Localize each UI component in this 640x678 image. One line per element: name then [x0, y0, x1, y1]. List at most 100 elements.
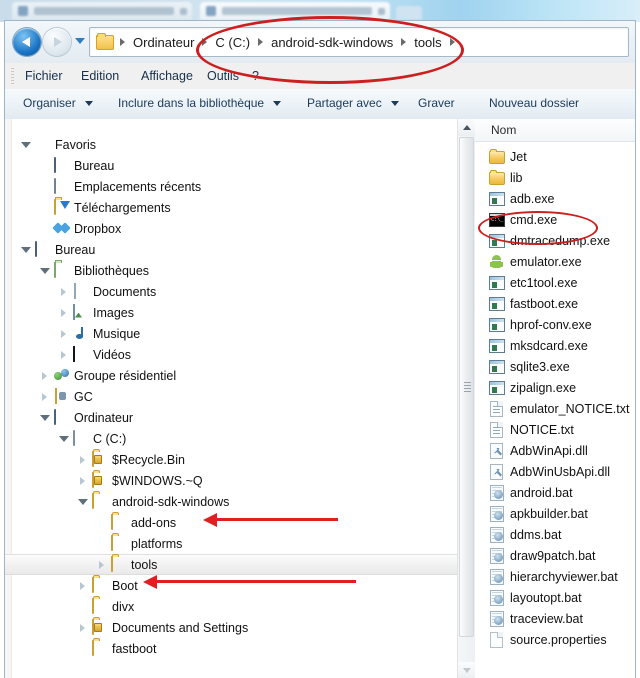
tree-item-add-ons[interactable]: add-ons	[5, 512, 457, 533]
file-list-item[interactable]: AdbWinApi.dll	[475, 440, 635, 461]
file-list-pane[interactable]: Nom Jet lib adb.exe cmd.exe dmtracedump.exe e…	[475, 119, 635, 678]
expand-collapse-closed-icon[interactable]	[95, 558, 109, 572]
expand-collapse-closed-icon[interactable]	[76, 474, 90, 488]
tree-item-favoris[interactable]: Favoris	[5, 134, 457, 155]
file-list-item[interactable]: etc1tool.exe	[475, 272, 635, 293]
file-list-item[interactable]: emulator.exe	[475, 251, 635, 272]
toolbar-inclure-label: Inclure dans la bibliothèque	[118, 96, 265, 110]
tree-item-groupe-r-sidentiel[interactable]: Groupe résidentiel	[5, 365, 457, 386]
tree-item-bureau[interactable]: Bureau	[5, 155, 457, 176]
tree-item-musique[interactable]: Musique	[5, 323, 457, 344]
tree-item-c-c[interactable]: C (C:)	[5, 428, 457, 449]
tree-item-fastboot[interactable]: fastboot	[5, 638, 457, 659]
file-list-item[interactable]: traceview.bat	[475, 608, 635, 629]
expand-collapse-open-icon[interactable]	[38, 264, 52, 278]
folder-icon-glyph	[92, 492, 94, 509]
scroll-up-arrow-icon[interactable]	[458, 119, 475, 136]
file-list-item[interactable]: layoutopt.bat	[475, 587, 635, 608]
toolbar-graver[interactable]: Graver	[418, 96, 455, 110]
file-list-item[interactable]: ddms.bat	[475, 524, 635, 545]
toolbar-inclure-bibliotheque[interactable]: Inclure dans la bibliothèque	[118, 96, 282, 110]
tree-item-android-sdk-windows[interactable]: android-sdk-windows	[5, 491, 457, 512]
expand-collapse-closed-icon[interactable]	[76, 579, 90, 593]
recent-icon	[54, 177, 70, 195]
file-list-item[interactable]: apkbuilder.bat	[475, 503, 635, 524]
toolbar-nouveau-dossier[interactable]: Nouveau dossier	[489, 96, 579, 110]
tree-item-emplacements-r-cents[interactable]: Emplacements récents	[5, 176, 457, 197]
expand-collapse-closed-icon[interactable]	[38, 390, 52, 404]
tree-item-divx[interactable]: divx	[5, 596, 457, 617]
tree-item-vid-os[interactable]: Vidéos	[5, 344, 457, 365]
tree-item-bureau[interactable]: Bureau	[5, 239, 457, 260]
expand-collapse-closed-icon[interactable]	[57, 306, 71, 320]
tree-item-biblioth-ques[interactable]: Bibliothèques	[5, 260, 457, 281]
tree-item-gc[interactable]: GC	[5, 386, 457, 407]
tree-item-documents-and-settings[interactable]: Documents and Settings	[5, 617, 457, 638]
tree-item-windows-q[interactable]: $WINDOWS.~Q	[5, 470, 457, 491]
toolbar-partager-avec[interactable]: Partager avec	[307, 96, 400, 110]
column-header-row[interactable]: Nom	[475, 119, 635, 142]
expand-collapse-closed-icon[interactable]	[57, 348, 71, 362]
tree-item-boot[interactable]: Boot	[5, 575, 457, 596]
file-list-item[interactable]: lib	[475, 167, 635, 188]
file-list-item[interactable]: android.bat	[475, 482, 635, 503]
expand-collapse-open-icon[interactable]	[38, 411, 52, 425]
breadcrumb-c-drive[interactable]: C (C:)	[212, 33, 253, 52]
address-bar[interactable]: Ordinateur C (C:) android-sdk-windows to…	[89, 27, 629, 57]
scroll-down-arrow-icon[interactable]	[458, 662, 475, 678]
close-icon	[378, 8, 385, 15]
navigation-pane[interactable]: Favoris Bureau Emplacements récents Télécha…	[5, 119, 458, 678]
file-list-item[interactable]: AdbWinUsbApi.dll	[475, 461, 635, 482]
tree-item-documents[interactable]: Documents	[5, 281, 457, 302]
file-list-item[interactable]: source.properties	[475, 629, 635, 650]
tree-item-images[interactable]: Images	[5, 302, 457, 323]
menu-affichage[interactable]: Affichage	[135, 68, 199, 84]
file-list-item[interactable]: NOTICE.txt	[475, 419, 635, 440]
folder-icon	[111, 534, 127, 552]
tree-item-tools[interactable]: tools	[5, 554, 457, 575]
file-list-item[interactable]: draw9patch.bat	[475, 545, 635, 566]
breadcrumb-android-sdk-windows[interactable]: android-sdk-windows	[268, 33, 396, 52]
file-list-item[interactable]: Jet	[475, 146, 635, 167]
file-list-item[interactable]: emulator_NOTICE.txt	[475, 398, 635, 419]
file-list-item[interactable]: dmtracedump.exe	[475, 230, 635, 251]
expand-collapse-open-icon[interactable]	[19, 243, 33, 257]
file-list-item[interactable]: hprof-conv.exe	[475, 314, 635, 335]
breadcrumb-ordinateur[interactable]: Ordinateur	[130, 33, 197, 52]
folder-icon	[96, 32, 114, 50]
menu-help[interactable]: ?	[246, 68, 265, 84]
scrollbar-thumb[interactable]	[459, 137, 474, 637]
tree-item-dropbox[interactable]: Dropbox	[5, 218, 457, 239]
tree-item-recycle-bin[interactable]: $Recycle.Bin	[5, 449, 457, 470]
file-list-item[interactable]: hierarchyviewer.bat	[475, 566, 635, 587]
back-button[interactable]	[13, 28, 41, 56]
toolbar-organiser[interactable]: Organiser	[23, 96, 94, 110]
expand-collapse-open-icon[interactable]	[57, 432, 71, 446]
forward-button[interactable]	[43, 28, 71, 56]
recent-pages-chevron-down-icon[interactable]	[75, 38, 85, 44]
expand-collapse-closed-icon[interactable]	[57, 285, 71, 299]
file-list-item[interactable]: cmd.exe	[475, 209, 635, 230]
file-list-item[interactable]: zipalign.exe	[475, 377, 635, 398]
expand-collapse-closed-icon[interactable]	[57, 327, 71, 341]
tree-item-platforms[interactable]: platforms	[5, 533, 457, 554]
expand-collapse-closed-icon[interactable]	[76, 621, 90, 635]
folder-icon	[489, 149, 506, 165]
menu-edition[interactable]: Edition	[75, 68, 125, 84]
batch-file-icon	[489, 505, 506, 522]
expand-collapse-closed-icon[interactable]	[38, 369, 52, 383]
expand-collapse-open-icon[interactable]	[19, 138, 33, 152]
column-header-nom[interactable]: Nom	[475, 123, 516, 137]
breadcrumb-tools[interactable]: tools	[411, 33, 444, 52]
file-list-item[interactable]: sqlite3.exe	[475, 356, 635, 377]
navigation-pane-scrollbar[interactable]	[457, 119, 476, 678]
expand-collapse-open-icon[interactable]	[76, 495, 90, 509]
tree-item-t-l-chargements[interactable]: Téléchargements	[5, 197, 457, 218]
tree-item-ordinateur[interactable]: Ordinateur	[5, 407, 457, 428]
file-list-item[interactable]: adb.exe	[475, 188, 635, 209]
file-list-item[interactable]: mksdcard.exe	[475, 335, 635, 356]
expand-collapse-closed-icon[interactable]	[76, 453, 90, 467]
menu-outils[interactable]: Outils	[201, 68, 245, 84]
menu-fichier[interactable]: Fichier	[19, 68, 69, 84]
file-list-item[interactable]: fastboot.exe	[475, 293, 635, 314]
